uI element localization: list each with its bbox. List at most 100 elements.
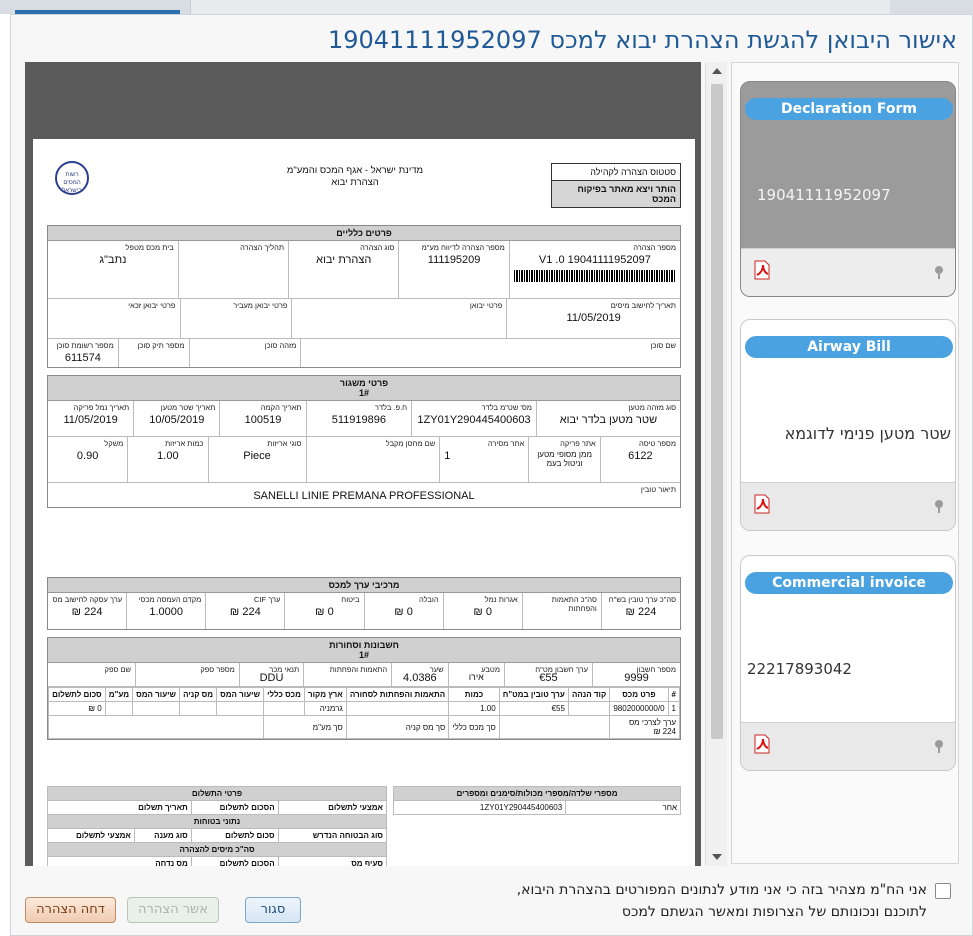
transaction-value: 224 ₪ [71, 606, 103, 618]
column-header: התאמות והפחתות לסחורה [345, 687, 450, 702]
pin-icon[interactable] [933, 265, 945, 279]
column-header: פרט מכס [609, 687, 669, 702]
pdf-viewer[interactable]: סטטוס הצהרה לקהילה הותר ויצא מאתר בפיקוח … [25, 62, 701, 866]
reject-declaration-button[interactable]: דחה הצהרה [25, 897, 116, 923]
table-cell [345, 701, 450, 716]
column-header: קוד הנהה [567, 687, 611, 702]
pdf-icon[interactable] [753, 733, 771, 755]
table-cell [104, 701, 134, 716]
document-type: הצהרת יבוא [331, 177, 379, 188]
field-label: מספר רשומת סוכן [56, 341, 114, 350]
field-label: סוג הצהרה [360, 243, 395, 252]
consent-text: אני הח"מ מצהיר בזה כי אני מודע לנתונים ה… [517, 879, 927, 923]
column-header: הסכום לתשלום [190, 856, 279, 866]
field-label: סוגי אריזות [267, 439, 302, 448]
vat-number-value: 111195209 [427, 254, 481, 266]
transport-value: 0 ₪ [394, 606, 413, 618]
consent-line-1: אני הח"מ מצהיר בזה כי אני מודע לנתונים ה… [516, 882, 927, 898]
pdf-icon[interactable] [753, 259, 771, 281]
field-label: אגרות נמל [484, 595, 518, 604]
scroll-down-arrow[interactable] [712, 854, 722, 860]
table-cell [179, 701, 218, 716]
table-cell: 9802000000/0 [609, 701, 669, 716]
table-row: סוג הבטוחה הנדרש סכום לתשלום סוג מענה אמצעי… [47, 828, 388, 843]
attachments-panel: Declaration Form 19041111952097 Airway B… [731, 62, 959, 864]
column-header: מכס כללי [263, 687, 305, 702]
column-header: אמצעי לתשלום [47, 828, 135, 843]
customs-value-section: מרכיבי ערך למכס סה"כ ערך טובין בש"ח 224 ₪… [47, 577, 681, 630]
close-button[interactable]: סגור [245, 897, 301, 923]
attachment-card-airway-bill[interactable]: Airway Bill שטר מטען פנימי לדוגמא [740, 319, 956, 531]
section-title: מספרי שלדה/מספרי מכולות/סימנים ומספרים [393, 786, 681, 801]
cif-value: 224 ₪ [229, 606, 261, 618]
viewer-scrollbar[interactable] [705, 62, 727, 866]
column-header: ארץ מקור [303, 687, 347, 702]
column-header: מס קניה [179, 687, 218, 702]
pin-icon[interactable] [933, 739, 945, 753]
table-row: סעיף מס הסכום לתשלום מס נדחה [47, 856, 388, 866]
field-label: תאריך שטר מטען [160, 403, 216, 412]
field-label: פרטי יבואן זכאי [128, 301, 176, 310]
approve-declaration-button[interactable]: אשר הצהרה [127, 897, 219, 923]
customs-house-value: נתב"ג [99, 254, 127, 266]
table-cell: 1 [667, 701, 681, 716]
section-title: מרכיבי ערך למכס [48, 578, 680, 593]
attachment-tag: Declaration Form [745, 98, 953, 120]
port-date-value: 11/05/2019 [63, 414, 118, 426]
column-header: # [667, 687, 681, 702]
consent-checkbox[interactable] [935, 883, 951, 899]
attachment-card-declaration[interactable]: Declaration Form 19041111952097 [740, 81, 956, 297]
field-label: מספר הצהרה [633, 243, 676, 252]
port-fee-value: 0 ₪ [473, 606, 492, 618]
column-header: סוג מענה [133, 828, 192, 843]
attachment-footer [741, 722, 955, 770]
section-title: פרטים כלליים [48, 226, 680, 241]
scroll-thumb[interactable] [711, 84, 723, 739]
field-label: פרטי יבואן [469, 301, 503, 310]
status-box: סטטוס הצהרה לקהילה הותר ויצא מאתר בפיקוח … [551, 163, 681, 208]
attachment-tag: Commercial invoice [745, 572, 953, 594]
column-header: סעיף מס [277, 856, 388, 866]
field-label: מספר טיסה [639, 439, 676, 448]
table-cell: גרמניה [303, 701, 347, 716]
sum-vat-label: סך מע"מ [263, 715, 347, 739]
section-title: סה"כ מיסים להצהרה [47, 842, 387, 857]
field-label: מספר הצהרה לדיווח מע"מ [421, 243, 505, 252]
attachment-card-commercial-invoice[interactable]: Commercial invoice 22217893042 [740, 555, 956, 771]
attachment-value: 19041111952097 [757, 186, 891, 204]
dialog-title: אישור היבואן להגשת הצהרת יבוא למכס 19041… [327, 26, 957, 54]
column-header: כמות [448, 687, 500, 702]
bl-number-value: 1ZY01Y290445400603 [417, 414, 531, 426]
field-label: ערך CIF [254, 595, 281, 604]
agent-license-value: 611574 [64, 352, 101, 364]
table-cell [567, 701, 611, 716]
field-label: התאמות והפחתות [329, 665, 388, 674]
rate-value: 4.0386 [403, 672, 437, 684]
shipment-section: פרטי משגור 1# סוג מזהה מטען שטר מטען בלדר … [47, 375, 681, 508]
table-cell: €55 [498, 701, 569, 716]
status-label: סטטוס הצהרה לקהילה [590, 167, 676, 177]
goods-description-value: SANELLI LINIE PREMANA PROFESSIONAL [253, 490, 475, 502]
field-label: ערך עסקה לחישוב מס [52, 595, 123, 604]
column-header: שיעור המס [132, 687, 181, 702]
flight-value: 6122 [628, 450, 653, 462]
courier-id-value: 511919896 [331, 414, 386, 426]
column-header: שיעור המס [216, 687, 265, 702]
declaration-number-value: 19041111952097 V1 .0 [538, 254, 651, 266]
column-header: הסכום לתשלום [190, 800, 279, 815]
goods-value-nis: 224 ₪ [625, 606, 657, 618]
ministry-header: מדינת ישראל - אגף המכס והמע"מ הצהרת יבוא [285, 165, 425, 189]
field-label: סה"כ התאמות והפחתות [551, 595, 597, 613]
pdf-icon[interactable] [753, 493, 771, 515]
pin-icon[interactable] [933, 499, 945, 513]
payment-section: פרטי התשלום אמצעי לתשלום הסכום לתשלום תארי… [47, 786, 388, 866]
section-title: חשבונות וסחורות 1# [48, 638, 680, 663]
field-label: סוג מזהה מטען [628, 403, 676, 412]
top-tab-strip [0, 0, 973, 14]
column-header: סוג הבטוחה הנדרש [277, 828, 388, 843]
section-title: פרטי התשלום [47, 786, 387, 801]
field-label: סה"כ ערך טובין בש"ח [608, 595, 676, 604]
attachment-value: שטר מטען פנימי לדוגמא [784, 424, 951, 443]
scroll-up-arrow[interactable] [712, 68, 722, 74]
background-tab[interactable] [190, 0, 890, 14]
